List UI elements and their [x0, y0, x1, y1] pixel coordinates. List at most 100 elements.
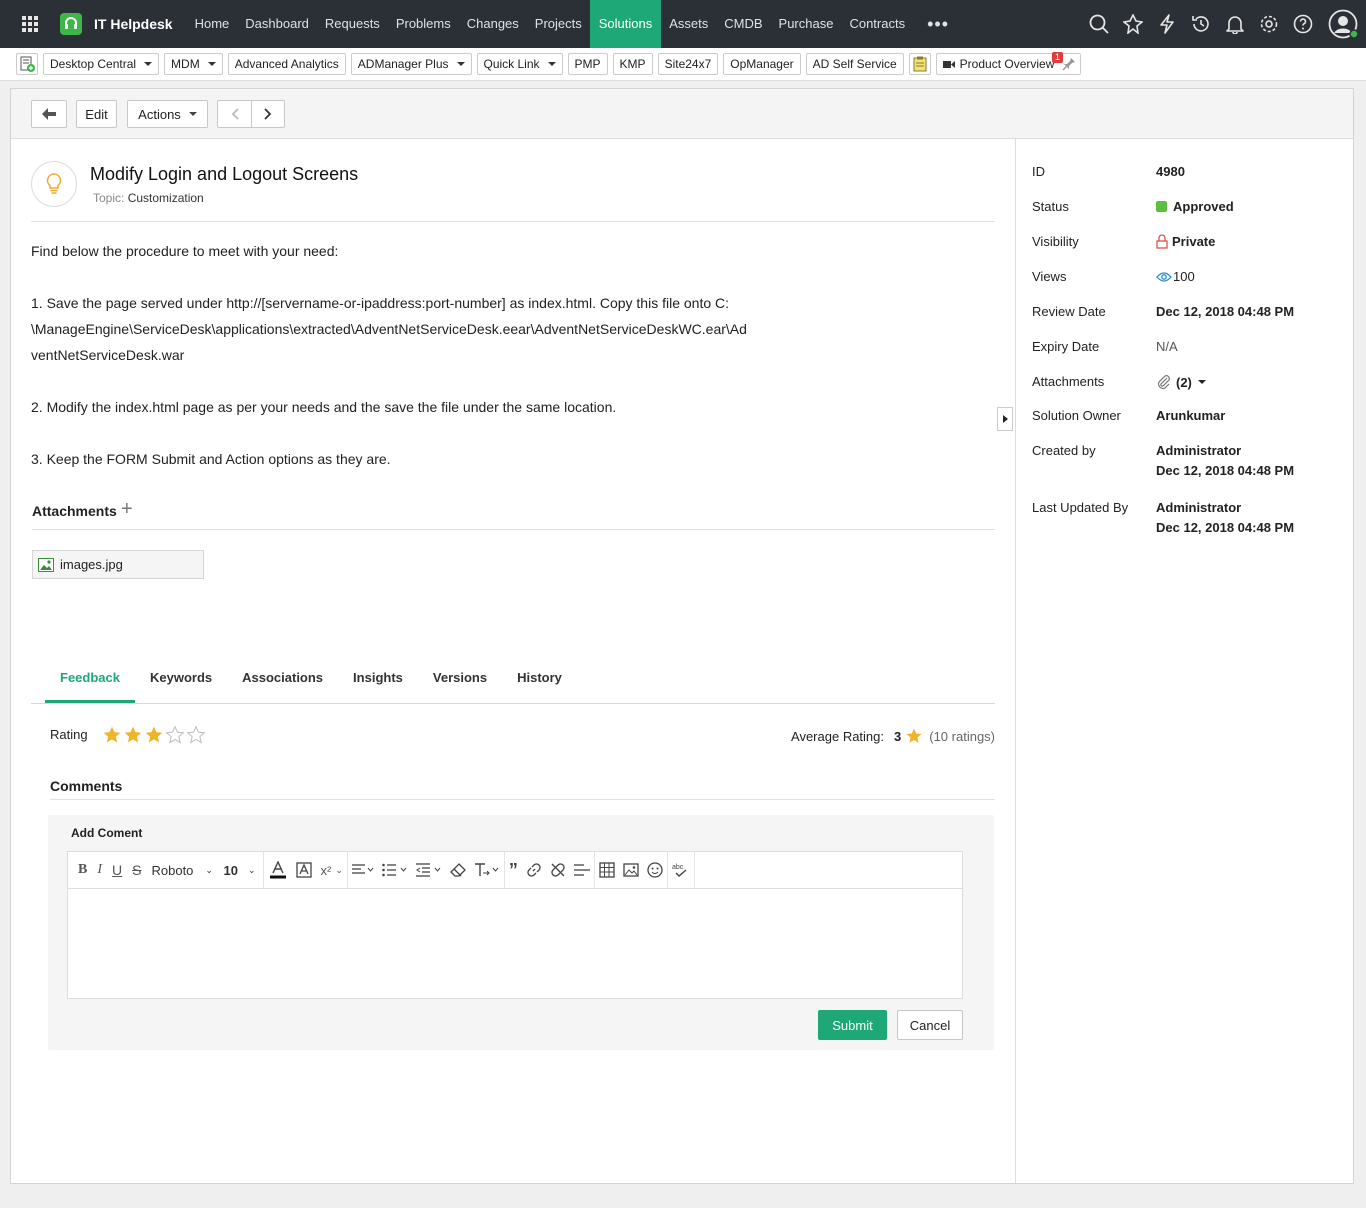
indent-icon[interactable]: [412, 851, 446, 889]
history-icon[interactable]: [1184, 0, 1218, 48]
nav-item-contracts[interactable]: Contracts: [841, 0, 913, 48]
search-icon[interactable]: [1082, 0, 1116, 48]
property-value: Arunkumar: [1156, 408, 1226, 423]
star-icon[interactable]: [165, 725, 185, 745]
nav-item-solutions[interactable]: Solutions: [589, 0, 662, 48]
quicklink-quick-link[interactable]: Quick Link: [476, 53, 563, 75]
rating-stars[interactable]: [102, 725, 207, 745]
actions-button[interactable]: Actions: [127, 100, 208, 128]
brand[interactable]: IT Helpdesk: [60, 13, 173, 35]
tab-insights[interactable]: Insights: [338, 661, 418, 703]
quicklink-pmp[interactable]: PMP: [567, 53, 608, 75]
lightning-icon[interactable]: [1150, 0, 1184, 48]
rating-count: (10 ratings): [929, 728, 995, 744]
detail-toolbar: Edit Actions: [11, 89, 1353, 139]
spellcheck-icon[interactable]: abc: [666, 851, 695, 889]
horizontal-line-icon[interactable]: [570, 851, 594, 889]
tab-history[interactable]: History: [502, 661, 577, 703]
edit-button[interactable]: Edit: [76, 100, 117, 128]
quicklink-label: Quick Link: [483, 57, 540, 71]
pin-icon[interactable]: [1062, 57, 1076, 71]
actions-label: Actions: [138, 106, 181, 122]
collapse-sidebar-button[interactable]: [997, 407, 1013, 431]
nav-item-dashboard[interactable]: Dashboard: [237, 0, 317, 48]
font-size-select[interactable]: 10 ⌄: [219, 851, 263, 889]
tab-feedback[interactable]: Feedback: [45, 661, 135, 703]
nav-item-assets[interactable]: Assets: [661, 0, 716, 48]
nav-item-changes[interactable]: Changes: [459, 0, 527, 48]
nav-item-cmdb[interactable]: CMDB: [716, 0, 770, 48]
text-color-icon[interactable]: [263, 851, 292, 889]
superscript-icon[interactable]: x² ⌄: [316, 851, 346, 889]
editor-toolbar: B I U S Roboto ⌄ 10 ⌄ x² ⌄ ” abc: [67, 851, 963, 889]
next-button[interactable]: [251, 100, 285, 128]
quicklink-kmp[interactable]: KMP: [612, 53, 653, 75]
highlight-icon[interactable]: [292, 851, 316, 889]
unlink-icon[interactable]: [546, 851, 570, 889]
text-direction-icon[interactable]: [470, 851, 504, 889]
quicklink-label: AD Self Service: [812, 57, 897, 71]
nav-item-problems[interactable]: Problems: [388, 0, 459, 48]
gear-icon[interactable]: [1252, 0, 1286, 48]
italic-icon[interactable]: I: [91, 851, 108, 889]
quicklink-mdm[interactable]: MDM: [164, 53, 223, 75]
tab-associations[interactable]: Associations: [227, 661, 338, 703]
insert-image-icon[interactable]: [619, 851, 643, 889]
align-icon[interactable]: [346, 851, 378, 889]
nav-item-projects[interactable]: Projects: [527, 0, 590, 48]
attachment-file[interactable]: images.jpg: [32, 550, 204, 579]
font-family-select[interactable]: Roboto ⌄: [147, 851, 219, 889]
underline-icon[interactable]: U: [108, 851, 126, 889]
solution-body: Find below the procedure to meet with yo…: [31, 238, 771, 472]
submit-button[interactable]: Submit: [818, 1010, 887, 1040]
cancel-button[interactable]: Cancel: [897, 1010, 963, 1040]
quicklink-ad-self-service[interactable]: AD Self Service: [805, 53, 904, 75]
quicklink-desktop-central[interactable]: Desktop Central: [43, 53, 160, 75]
tab-keywords[interactable]: Keywords: [135, 661, 227, 703]
nav-item-purchase[interactable]: Purchase: [771, 0, 842, 48]
property-label: Views: [1032, 269, 1067, 284]
emoji-icon[interactable]: [643, 851, 667, 889]
star-icon[interactable]: [123, 725, 143, 745]
property-views: Views 100: [1032, 269, 1342, 289]
add-comment-box: Add Coment B I U S Roboto ⌄ 10 ⌄ x² ⌄ ” …: [48, 815, 994, 1050]
property-label: Visibility: [1032, 234, 1079, 249]
previous-button[interactable]: [217, 100, 251, 128]
nav-item-home[interactable]: Home: [187, 0, 238, 48]
new-request-icon[interactable]: [16, 53, 38, 75]
list-icon[interactable]: [378, 851, 412, 889]
strikethrough-icon[interactable]: S: [126, 851, 147, 889]
property-date: Dec 12, 2018 04:48 PM: [1156, 463, 1295, 478]
back-button[interactable]: [31, 100, 67, 128]
table-icon[interactable]: [593, 851, 619, 889]
avatar-icon[interactable]: [1320, 0, 1366, 48]
star-icon[interactable]: [186, 725, 206, 745]
star-icon[interactable]: [144, 725, 164, 745]
nav-item-requests[interactable]: Requests: [317, 0, 388, 48]
eraser-icon[interactable]: [446, 851, 470, 889]
star-icon[interactable]: [102, 725, 122, 745]
quicklink-admanager-plus[interactable]: ADManager Plus: [350, 53, 472, 75]
link-icon[interactable]: [522, 851, 546, 889]
bell-icon[interactable]: [1218, 0, 1252, 48]
topic: Topic: Customization: [93, 191, 204, 205]
quicklink-opmanager[interactable]: OpManager: [723, 53, 801, 75]
quicklink-site24x7[interactable]: Site24x7: [657, 53, 719, 75]
topic-label: Topic:: [93, 191, 125, 205]
bold-icon[interactable]: B: [74, 851, 91, 889]
comment-editor[interactable]: [67, 889, 963, 999]
app-grid-icon[interactable]: [0, 0, 60, 48]
quicklink-advanced-analytics[interactable]: Advanced Analytics: [227, 53, 346, 75]
quote-icon[interactable]: ”: [503, 851, 522, 889]
more-menu-icon[interactable]: •••: [913, 14, 963, 35]
help-icon[interactable]: [1286, 0, 1320, 48]
status-indicator: [1156, 201, 1167, 212]
headset-logo-icon: [60, 13, 82, 35]
topic-value[interactable]: Customization: [128, 191, 204, 205]
tab-versions[interactable]: Versions: [418, 661, 502, 703]
rocket-icon[interactable]: [1116, 0, 1150, 48]
add-attachment-button[interactable]: +: [121, 499, 133, 519]
body-step1-line1: 1. Save the page served under http://[se…: [31, 295, 730, 311]
attachments-dropdown[interactable]: (2): [1156, 374, 1206, 390]
notes-icon[interactable]: [908, 53, 931, 75]
